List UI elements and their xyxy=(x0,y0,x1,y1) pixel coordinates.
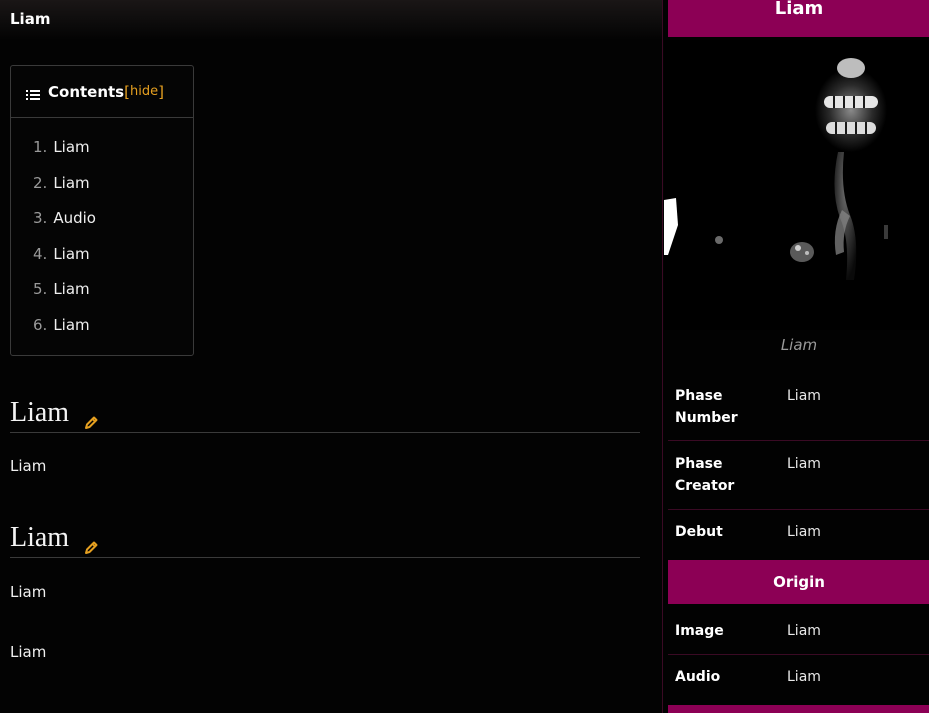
toc-item-number: 3. xyxy=(33,209,48,227)
infobox-row-audio: Audio Liam xyxy=(668,655,929,705)
toc-item-label: Audio xyxy=(53,209,96,227)
infobox-row-phase-number: Phase Number Liam xyxy=(668,383,929,441)
row-label: Image xyxy=(675,623,724,639)
paragraph: Liam xyxy=(10,583,47,601)
row-value: Liam xyxy=(787,388,821,404)
toc-item-label: Liam xyxy=(53,174,90,192)
paragraph: Liam xyxy=(10,457,47,475)
pencil-icon[interactable] xyxy=(83,532,99,554)
infobox-title: Liam xyxy=(668,0,929,37)
toc-item-label: Liam xyxy=(53,316,90,334)
row-label: Phase Creator xyxy=(675,456,735,494)
toc-item-number: 6. xyxy=(33,316,48,334)
toc-item-number: 1. xyxy=(33,138,48,156)
toc-item-label: Liam xyxy=(53,280,90,298)
toc-item-number: 4. xyxy=(33,245,48,263)
toc-item[interactable]: 2. Liam xyxy=(33,174,90,192)
toc-title: Contents xyxy=(48,82,125,101)
infobox-row-image: Image Liam xyxy=(668,611,929,655)
toc-item[interactable]: 6. Liam xyxy=(33,316,90,334)
row-value: Liam xyxy=(787,623,821,639)
row-label: Debut xyxy=(675,524,723,540)
page-title: Liam xyxy=(10,10,51,28)
row-value: Liam xyxy=(787,524,821,540)
infobox-section-origin: Origin xyxy=(668,560,929,604)
image-caption: Liam xyxy=(780,336,818,354)
toc-item[interactable]: 3. Audio xyxy=(33,209,96,227)
toc-item[interactable]: 5. Liam xyxy=(33,280,90,298)
toc-header: Contents[hide] xyxy=(11,66,193,118)
toc-item[interactable]: 4. Liam xyxy=(33,245,90,263)
toc-item-label: Liam xyxy=(53,245,90,263)
section-heading-text: Liam xyxy=(10,522,70,553)
toc-item[interactable]: 1. Liam xyxy=(33,138,90,156)
paragraph: Liam xyxy=(10,643,47,661)
header-banner xyxy=(0,0,662,40)
row-label: Audio xyxy=(675,669,721,685)
toc-item-number: 5. xyxy=(33,280,48,298)
toc-bracket-close: ] xyxy=(158,82,164,101)
section-heading-text: Liam xyxy=(10,397,70,428)
character-image[interactable] xyxy=(664,40,929,330)
infobox: Liam Liam Phase Number Liam Phase Creato… xyxy=(662,0,929,713)
infobox-row-phase-creator: Phase Creator Liam xyxy=(668,441,929,510)
infobox-row-debut: Debut Liam xyxy=(668,510,929,560)
row-value: Liam xyxy=(787,456,821,472)
table-of-contents: Contents[hide] 1. Liam 2. Liam 3. Audio 4. L… xyxy=(10,65,194,356)
row-label: Phase Number xyxy=(675,388,738,426)
row-value: Liam xyxy=(787,669,821,685)
toc-item-label: Liam xyxy=(53,138,90,156)
pencil-icon[interactable] xyxy=(83,407,99,429)
section-heading: Liam xyxy=(10,394,640,433)
section-heading: Liam xyxy=(10,519,640,558)
list-icon xyxy=(26,86,40,100)
toc-hide-link[interactable]: hide xyxy=(130,84,158,99)
infobox-footer-bar xyxy=(668,705,929,713)
toc-item-number: 2. xyxy=(33,174,48,192)
